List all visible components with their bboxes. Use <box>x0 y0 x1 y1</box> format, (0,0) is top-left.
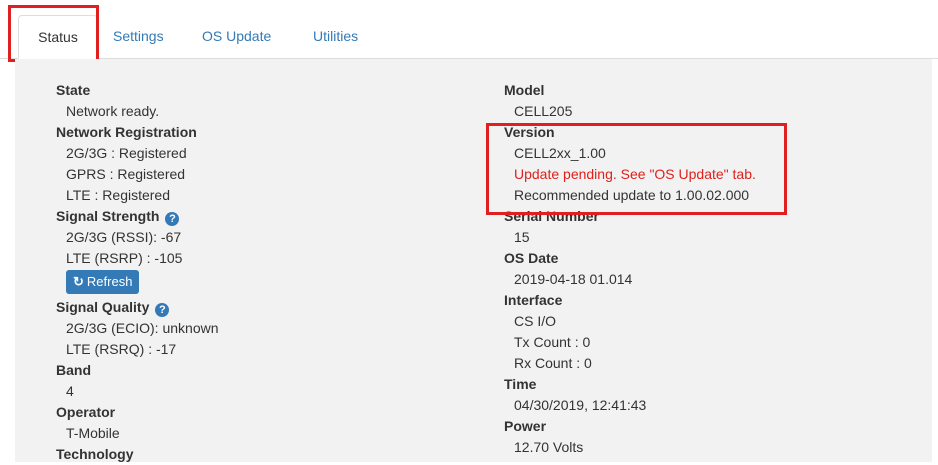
interface-label: Interface <box>504 292 563 308</box>
tab-utilities[interactable]: Utilities <box>313 26 358 46</box>
question-circle-icon[interactable]: ? <box>155 303 170 317</box>
os-date-label: OS Date <box>504 250 559 266</box>
rx-count: Rx Count : 0 <box>514 355 592 371</box>
power-value: 12.70 Volts <box>514 439 584 455</box>
state-value: Network ready. <box>66 103 160 119</box>
tx-count: Tx Count : 0 <box>514 334 591 350</box>
signal-quality-heading: Signal Quality? <box>56 297 219 318</box>
registration-2g3g: 2G/3G : Registered <box>66 145 187 161</box>
refresh-label: Refresh <box>86 274 133 289</box>
state-label: State <box>56 82 91 98</box>
tab-os-update[interactable]: OS Update <box>202 26 271 46</box>
network-column: State Network ready. Network Registratio… <box>56 59 219 465</box>
operator-value: T-Mobile <box>66 425 120 441</box>
question-circle-icon[interactable]: ? <box>165 212 180 226</box>
time-label: Time <box>504 376 537 392</box>
band-label: Band <box>56 362 91 378</box>
refresh-icon: ↻ <box>73 274 84 289</box>
refresh-button[interactable]: ↻ Refresh <box>66 270 140 294</box>
tab-bar: Status Settings OS Update Utilities <box>0 0 938 59</box>
rsrp-value: LTE (RSRP) : -105 <box>66 250 183 266</box>
model-value: CELL205 <box>514 103 573 119</box>
signal-strength-heading: Signal Strength? <box>56 206 219 227</box>
network-registration-label: Network Registration <box>56 124 197 140</box>
interface-type: CS I/O <box>514 313 557 329</box>
signal-strength-label: Signal Strength <box>56 208 160 224</box>
version-highlight <box>486 123 787 215</box>
rsrq-value: LTE (RSRQ) : -17 <box>66 341 177 357</box>
refresh-row: ↻ Refresh <box>56 269 219 297</box>
os-date-value: 2019-04-18 01.014 <box>514 271 633 287</box>
model-label: Model <box>504 82 545 98</box>
serial-number-value: 15 <box>514 229 530 245</box>
power-label: Power <box>504 418 547 434</box>
rssi-value: 2G/3G (RSSI): -67 <box>66 229 182 245</box>
status-panel: State Network ready. Network Registratio… <box>15 59 932 462</box>
ecio-value: 2G/3G (ECIO): unknown <box>66 320 219 336</box>
operator-label: Operator <box>56 404 116 420</box>
tab-settings[interactable]: Settings <box>113 26 164 46</box>
registration-lte: LTE : Registered <box>66 187 171 203</box>
registration-gprs: GPRS : Registered <box>66 166 186 182</box>
status-tab-highlight <box>8 5 99 62</box>
device-column: Model CELL205 Version CELL2xx_1.00 Updat… <box>504 59 756 458</box>
time-value: 04/30/2019, 12:41:43 <box>514 397 647 413</box>
band-value: 4 <box>66 383 74 399</box>
signal-quality-label: Signal Quality <box>56 299 150 315</box>
